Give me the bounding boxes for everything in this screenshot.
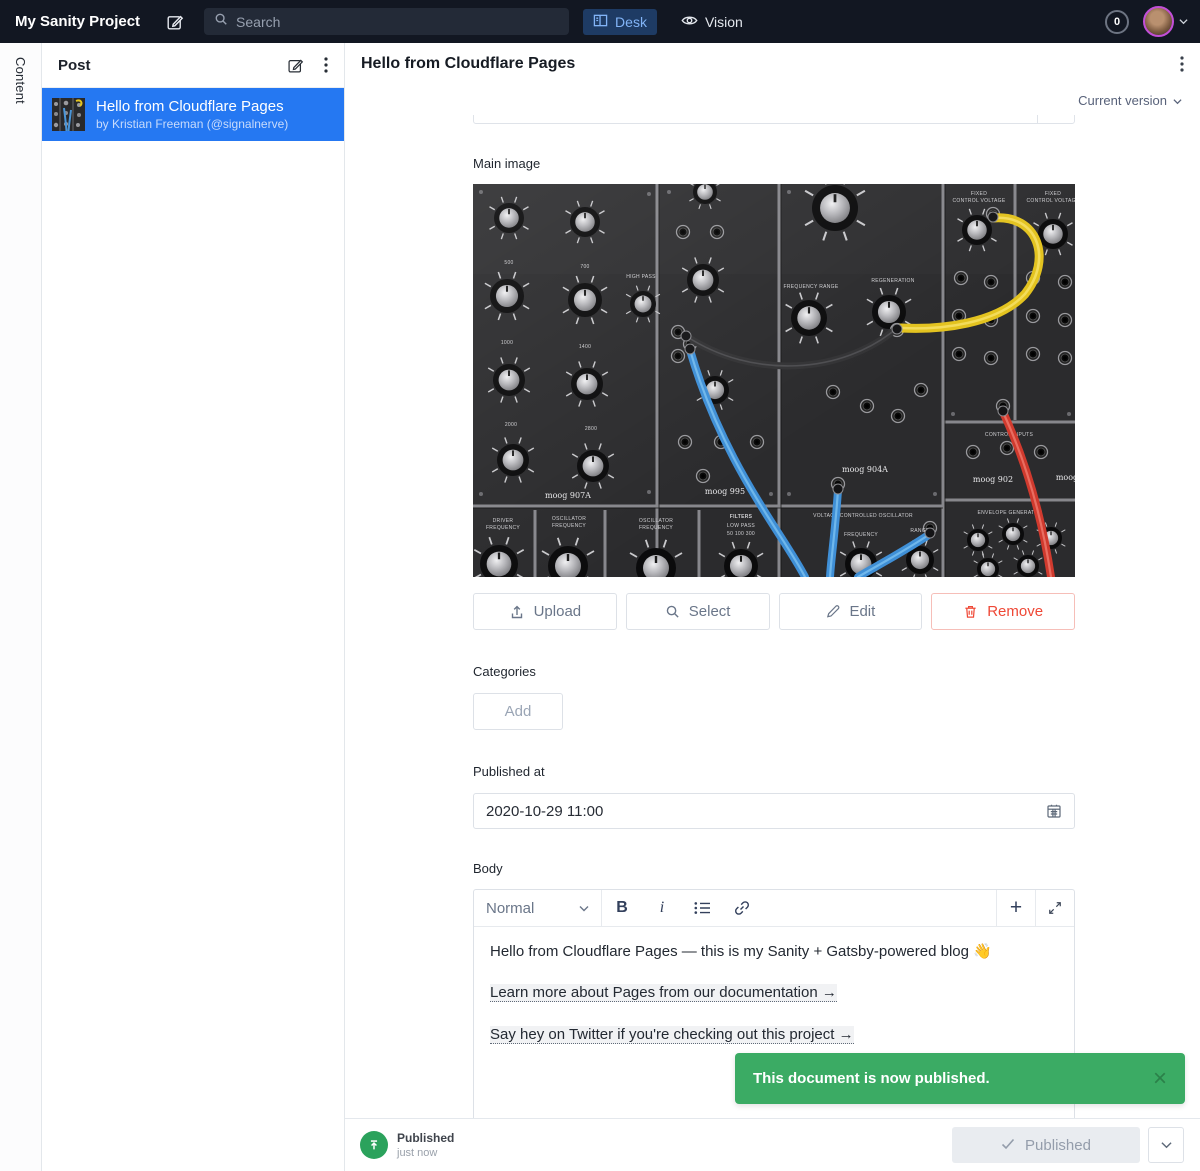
- published-at-label: Published at: [473, 764, 1075, 779]
- compose-icon[interactable]: [287, 57, 304, 74]
- published-at-value: 2020-10-29 11:00: [486, 803, 603, 820]
- upload-button[interactable]: Upload: [473, 593, 617, 630]
- tab-vision-label: Vision: [705, 14, 743, 30]
- body-paragraph: Learn more about Pages from our document…: [490, 983, 1058, 1003]
- navbar: My Sanity Project Desk: [0, 0, 1200, 43]
- toast-message: This document is now published.: [753, 1070, 990, 1087]
- post-thumbnail: [52, 98, 85, 131]
- slug-generate-divider: [1037, 115, 1038, 123]
- style-selector[interactable]: Normal: [474, 890, 602, 926]
- upload-label: Upload: [534, 603, 582, 620]
- link-button[interactable]: [722, 890, 762, 926]
- edit-button[interactable]: Edit: [779, 593, 923, 630]
- slug-field-partial[interactable]: [473, 115, 1075, 124]
- kebab-menu-icon[interactable]: [1180, 56, 1184, 72]
- chevron-down-icon: [579, 905, 589, 912]
- tab-desk[interactable]: Desk: [583, 9, 657, 35]
- post-panel: Post: [42, 43, 345, 1171]
- select-button[interactable]: Select: [626, 593, 770, 630]
- body-link-documentation[interactable]: Learn more about Pages from our document…: [490, 984, 837, 1002]
- compose-icon[interactable]: [166, 13, 184, 31]
- edit-label: Edit: [849, 603, 875, 620]
- publish-status-time: just now: [397, 1147, 454, 1159]
- body-paragraph: Hello from Cloudflare Pages — this is my…: [490, 942, 1058, 962]
- toast-published: This document is now published. ×: [735, 1053, 1185, 1104]
- published-button-label: Published: [1025, 1137, 1091, 1154]
- tab-vision[interactable]: Vision: [681, 12, 743, 32]
- style-selector-value: Normal: [486, 900, 534, 917]
- insert-block-button[interactable]: +: [996, 890, 1035, 926]
- kebab-menu-icon[interactable]: [324, 57, 328, 73]
- body-paragraph: Say hey on Twitter if you're checking ou…: [490, 1025, 1058, 1045]
- eye-icon: [681, 12, 698, 32]
- desk-icon: [593, 13, 608, 31]
- editor-toolbar: Normal B i: [474, 890, 1074, 927]
- bold-button[interactable]: B: [602, 890, 642, 926]
- document-pane: Hello from Cloudflare Pages Current vers…: [345, 43, 1200, 1171]
- post-item-subtitle: by Kristian Freeman (@signalnerve): [96, 117, 288, 131]
- list-item-post[interactable]: Hello from Cloudflare Pages by Kristian …: [42, 88, 344, 141]
- search-icon: [214, 12, 228, 31]
- content-rail: Content: [0, 43, 42, 1171]
- published-at-input[interactable]: 2020-10-29 11:00: [473, 793, 1075, 829]
- body-label: Body: [473, 861, 1075, 876]
- document-footer: Published just now Published: [345, 1118, 1200, 1171]
- panel-actions: [287, 57, 328, 74]
- main-image-label: Main image: [473, 156, 1075, 171]
- version-selector[interactable]: Current version: [345, 85, 1200, 115]
- chevron-down-icon: [1173, 93, 1182, 108]
- image-actions: Upload Select: [473, 593, 1075, 630]
- body-link-twitter[interactable]: Say hey on Twitter if you're checking ou…: [490, 1026, 854, 1044]
- body-paragraph-text: Hello from Cloudflare Pages — this is my…: [490, 943, 973, 960]
- publish-status-texts: Published just now: [397, 1131, 454, 1159]
- document-scroll-area[interactable]: Main image: [345, 115, 1200, 1118]
- italic-button[interactable]: i: [642, 890, 682, 926]
- form-column: Main image: [473, 115, 1075, 1118]
- editor-content[interactable]: Hello from Cloudflare Pages — this is my…: [474, 942, 1074, 1061]
- toolbar-spacer: [762, 890, 996, 926]
- workspace: Content Post: [0, 43, 1200, 1171]
- search-icon: [665, 604, 680, 619]
- remove-button[interactable]: Remove: [931, 593, 1075, 630]
- document-title: Hello from Cloudflare Pages: [361, 55, 575, 73]
- publish-menu-button[interactable]: [1148, 1127, 1184, 1163]
- panel-title: Post: [58, 57, 91, 74]
- pencil-icon: [825, 604, 840, 619]
- bullet-list-button[interactable]: [682, 890, 722, 926]
- main-image-preview[interactable]: 500700 HIGH PASS 10001400 20002800 moog …: [473, 184, 1075, 577]
- tab-desk-label: Desk: [615, 14, 647, 30]
- upload-icon: [509, 604, 525, 620]
- expand-editor-button[interactable]: [1035, 890, 1074, 926]
- check-icon: [1001, 1137, 1015, 1154]
- select-label: Select: [689, 603, 731, 620]
- document-header: Hello from Cloudflare Pages: [345, 43, 1200, 85]
- project-title: My Sanity Project: [15, 13, 140, 30]
- notifications-badge[interactable]: 0: [1105, 10, 1129, 34]
- publish-status-title: Published: [397, 1131, 454, 1145]
- chevron-down-icon[interactable]: [1179, 18, 1188, 25]
- calendar-icon[interactable]: [1046, 803, 1062, 819]
- remove-label: Remove: [987, 603, 1043, 620]
- sidebar-item-content[interactable]: Content: [13, 57, 28, 104]
- wave-emoji: 👋: [973, 943, 992, 960]
- search-input[interactable]: [204, 8, 569, 35]
- search-field[interactable]: [236, 14, 559, 30]
- sanity-studio: My Sanity Project Desk: [0, 0, 1200, 1171]
- version-label: Current version: [1078, 93, 1167, 108]
- add-category-button[interactable]: Add: [473, 693, 563, 730]
- post-item-texts: Hello from Cloudflare Pages by Kristian …: [96, 98, 288, 131]
- published-button[interactable]: Published: [952, 1127, 1140, 1163]
- close-icon[interactable]: ×: [1153, 1067, 1167, 1091]
- categories-label: Categories: [473, 664, 1075, 679]
- publish-status-icon: [360, 1131, 388, 1159]
- post-panel-header: Post: [42, 43, 344, 88]
- avatar[interactable]: [1143, 6, 1174, 37]
- trash-icon: [963, 604, 978, 619]
- post-item-title: Hello from Cloudflare Pages: [96, 98, 288, 115]
